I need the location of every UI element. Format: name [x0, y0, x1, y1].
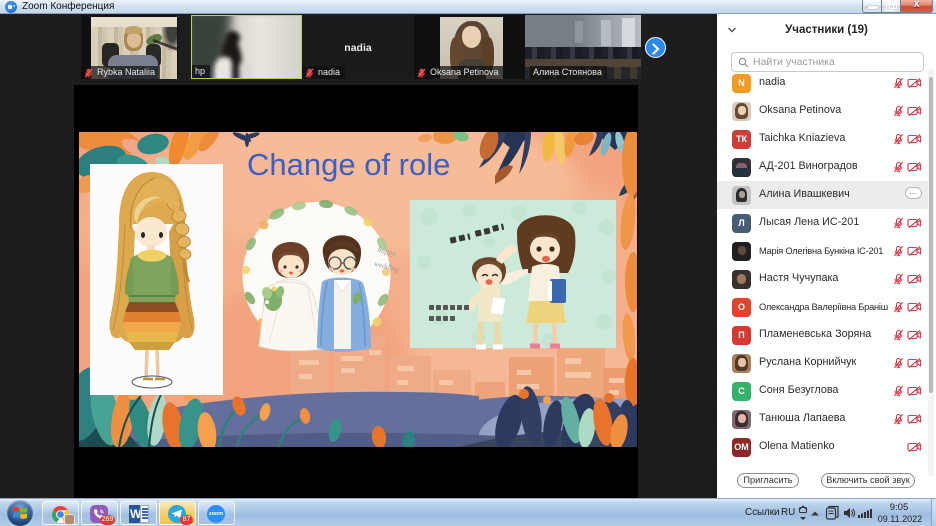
svg-text:Change of role: Change of role [247, 147, 450, 182]
